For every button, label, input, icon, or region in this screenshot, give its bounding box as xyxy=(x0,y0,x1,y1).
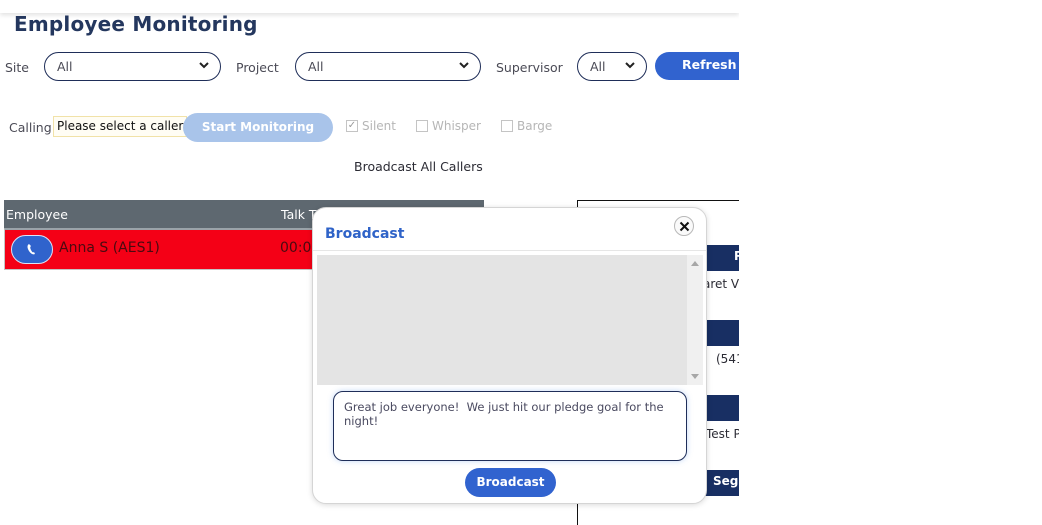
silent-label: Silent xyxy=(362,119,396,133)
barge-checkbox[interactable]: Barge xyxy=(501,119,552,133)
whisper-label: Whisper xyxy=(432,119,481,133)
project-select-value: All xyxy=(308,59,324,74)
site-label: Site xyxy=(5,60,29,75)
chevron-down-icon xyxy=(459,62,469,69)
refresh-button[interactable]: Refresh xyxy=(655,52,739,80)
silent-checkbox[interactable]: ✓ Silent xyxy=(346,119,396,133)
supervisor-select[interactable]: All xyxy=(577,52,647,81)
scrollbar[interactable] xyxy=(687,255,703,385)
checkbox-icon xyxy=(416,120,428,132)
project-label: Project xyxy=(236,60,279,75)
broadcast-modal: Broadcast Great job everyone! We just hi… xyxy=(312,207,707,504)
supervisor-label: Supervisor xyxy=(496,60,563,75)
page-title: Employee Monitoring xyxy=(14,12,258,36)
checkbox-checked-icon: ✓ xyxy=(346,120,358,132)
scroll-up-icon[interactable] xyxy=(691,261,699,266)
broadcast-button[interactable]: Broadcast xyxy=(465,468,556,497)
caller-field[interactable]: Please select a caller xyxy=(53,116,188,137)
close-icon xyxy=(679,221,690,232)
scroll-down-icon[interactable] xyxy=(691,374,699,379)
project-select[interactable]: All xyxy=(295,52,481,81)
broadcast-message-log xyxy=(317,255,703,385)
supervisor-select-value: All xyxy=(590,59,606,74)
employee-monitoring-page: Employee Monitoring Site All Project All… xyxy=(0,0,739,525)
calling-label: Calling xyxy=(9,120,52,135)
panel-value: Test P xyxy=(706,427,739,441)
panel-value: aret V xyxy=(703,277,739,291)
phone-icon xyxy=(27,244,35,255)
whisper-checkbox[interactable]: Whisper xyxy=(416,119,481,133)
modal-divider xyxy=(313,250,706,251)
broadcast-all-callers-link[interactable]: Broadcast All Callers xyxy=(354,159,483,174)
broadcast-message-input[interactable]: Great job everyone! We just hit our pled… xyxy=(333,391,687,461)
call-button[interactable] xyxy=(11,235,53,264)
chevron-down-icon xyxy=(625,62,635,69)
site-select-value: All xyxy=(57,59,73,74)
column-employee[interactable]: Employee xyxy=(6,207,68,222)
talk-time: 00:0 xyxy=(280,240,312,256)
employee-name: Anna S (AES1) xyxy=(59,240,160,256)
chevron-down-icon xyxy=(199,62,209,69)
modal-title: Broadcast xyxy=(325,226,405,242)
panel-value: (541 xyxy=(716,352,739,366)
start-monitoring-button[interactable]: Start Monitoring xyxy=(183,113,333,142)
site-select[interactable]: All xyxy=(44,52,221,81)
close-button[interactable] xyxy=(674,216,694,236)
checkbox-icon xyxy=(501,120,513,132)
barge-label: Barge xyxy=(517,119,553,133)
